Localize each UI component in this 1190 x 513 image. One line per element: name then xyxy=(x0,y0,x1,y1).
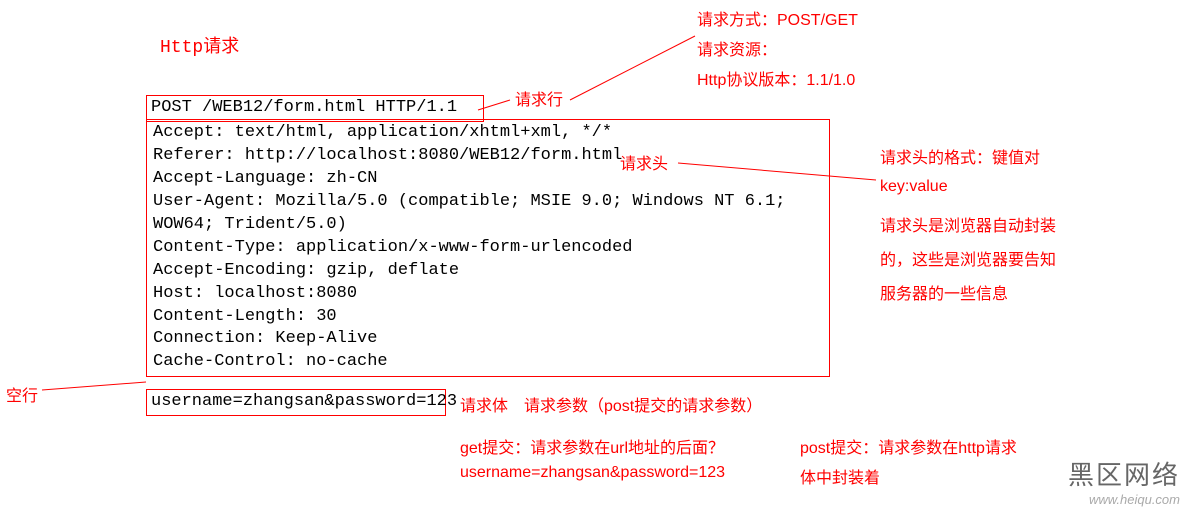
header-line: Content-Length: 30 xyxy=(153,306,823,329)
note-resource: 请求资源： xyxy=(697,36,777,60)
request-line-box: POST /WEB12/form.html HTTP/1.1 xyxy=(146,95,484,122)
header-line: Referer: http://localhost:8080/WEB12/for… xyxy=(153,145,823,168)
note-post-line2: 体中封装着 xyxy=(800,464,880,488)
note-header-desc3: 服务器的一些信息 xyxy=(880,280,1008,304)
note-header-desc1: 请求头是浏览器自动封装 xyxy=(880,212,1056,236)
header-line: Host: localhost:8080 xyxy=(153,283,823,306)
note-header-kv: key:value xyxy=(880,178,948,196)
note-get-line1: get提交：请求参数在url地址的后面？ xyxy=(460,434,724,458)
header-line: Accept: text/html, application/xhtml+xml… xyxy=(153,122,823,145)
request-body-box: username=zhangsan&password=123 xyxy=(146,389,446,416)
label-empty-line: 空行 xyxy=(6,382,38,406)
label-request-headers: 请求头 xyxy=(620,150,668,174)
note-method: 请求方式：POST/GET xyxy=(697,6,858,30)
header-line: Accept-Language: zh-CN xyxy=(153,168,823,191)
header-line: User-Agent: Mozilla/5.0 (compatible; MSI… xyxy=(153,191,823,214)
note-header-desc2: 的，这些是浏览器要告知 xyxy=(880,246,1056,270)
watermark-text: 黑区网络 xyxy=(1068,455,1180,492)
watermark: 黑区网络 www.heiqu.com xyxy=(1068,455,1180,507)
note-header-format: 请求头的格式：键值对 xyxy=(880,144,1040,168)
note-get-example: username=zhangsan&password=123 xyxy=(460,464,725,482)
header-line: WOW64; Trident/5.0) xyxy=(153,214,823,237)
header-line: Cache-Control: no-cache xyxy=(153,351,823,374)
note-post-line1: post提交：请求参数在http请求 xyxy=(800,434,1017,458)
header-line: Accept-Encoding: gzip, deflate xyxy=(153,260,823,283)
watermark-url: www.heiqu.com xyxy=(1068,492,1180,507)
diagram-title: Http请求 xyxy=(160,32,239,58)
label-request-line: 请求行 xyxy=(515,86,563,110)
request-headers-box: Accept: text/html, application/xhtml+xml… xyxy=(146,119,830,377)
note-body-params: 请求参数（post提交的请求参数） xyxy=(524,392,762,416)
header-line: Connection: Keep-Alive xyxy=(153,328,823,351)
label-request-body: 请求体 xyxy=(460,392,508,416)
note-version: Http协议版本：1.1/1.0 xyxy=(697,66,855,90)
header-line: Content-Type: application/x-www-form-url… xyxy=(153,237,823,260)
